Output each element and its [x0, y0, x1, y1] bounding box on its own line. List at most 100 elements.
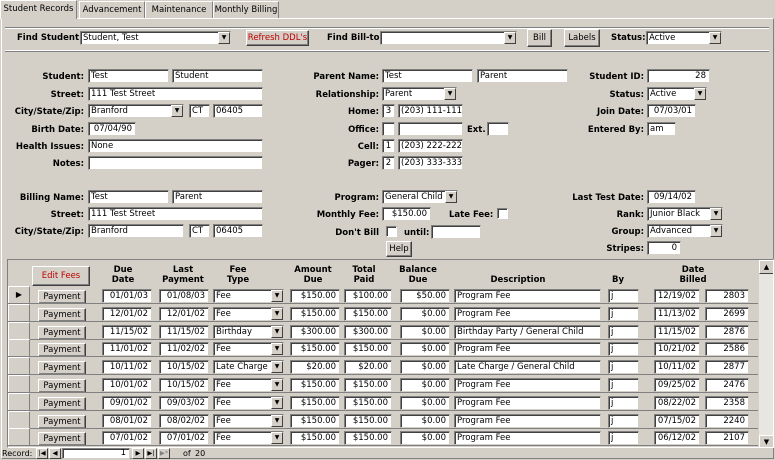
date-billed-cell[interactable]: 10/11/02 — [654, 360, 700, 375]
row-selector[interactable] — [8, 339, 30, 358]
chevron-down-icon[interactable]: ▼ — [271, 290, 283, 302]
home-phone-field[interactable]: (203) 111-1111 — [398, 104, 463, 118]
notes-field[interactable] — [88, 156, 263, 170]
fee-type-combo[interactable]: Fee ▼ — [213, 306, 284, 321]
student-first-name-field[interactable]: Test — [88, 69, 169, 83]
balance-due-cell[interactable]: $0.00 — [400, 378, 450, 392]
cell-phone-order[interactable]: 1 — [382, 139, 395, 153]
total-paid-cell[interactable]: $150.00 — [344, 306, 392, 321]
tab-advancement[interactable]: Advancement — [79, 1, 145, 18]
home-phone-order[interactable]: 3 — [382, 104, 395, 118]
by-cell[interactable]: j — [608, 324, 639, 339]
join-date-field[interactable]: 07/03/01 — [647, 104, 696, 118]
payment-button[interactable]: Payment — [38, 290, 86, 304]
last-payment-cell[interactable]: 11/02/02 — [159, 342, 209, 357]
row-selector[interactable] — [8, 321, 30, 340]
description-cell[interactable]: Birthday Party / General Child — [454, 324, 601, 339]
chevron-down-icon[interactable]: ▼ — [271, 379, 283, 391]
chevron-down-icon[interactable]: ▼ — [710, 225, 722, 237]
health-issues-field[interactable]: None — [88, 139, 263, 153]
office-phone-field[interactable] — [398, 122, 463, 136]
edit-fees-button[interactable]: Edit Fees — [32, 266, 90, 286]
last-payment-cell[interactable]: 12/01/02 — [159, 306, 209, 321]
description-cell[interactable]: Program Fee — [454, 306, 601, 321]
chevron-down-icon[interactable]: ▼ — [710, 208, 722, 220]
balance-due-cell[interactable]: $0.00 — [400, 431, 450, 446]
vertical-scrollbar[interactable]: ▲ ▼ — [758, 260, 773, 447]
extension-field[interactable] — [487, 122, 509, 136]
billing-zip-field[interactable]: 06405 — [213, 224, 263, 238]
fee-type-combo[interactable]: Fee ▼ — [213, 289, 284, 303]
chevron-down-icon[interactable]: ▼ — [271, 343, 283, 356]
program-combo[interactable]: General Child ▼ — [382, 190, 458, 204]
by-cell[interactable]: j — [608, 395, 639, 410]
description-cell[interactable]: Program Fee — [454, 289, 601, 303]
record-number-field[interactable]: 1 — [62, 448, 130, 459]
amount-due-cell[interactable]: $150.00 — [290, 342, 340, 357]
description-cell[interactable]: Program Fee — [454, 342, 601, 357]
payment-button[interactable]: Payment — [38, 361, 86, 376]
total-paid-cell[interactable]: $20.00 — [344, 360, 392, 375]
payment-button[interactable]: Payment — [38, 325, 86, 340]
by-cell[interactable]: j — [608, 431, 639, 446]
total-paid-cell[interactable]: $100.00 — [344, 289, 392, 303]
find-billto-combo[interactable]: ▼ — [380, 31, 517, 45]
date-billed-cell[interactable]: 06/12/02 — [654, 431, 700, 446]
total-paid-cell[interactable]: $150.00 — [344, 342, 392, 357]
chevron-down-icon[interactable]: ▼ — [271, 307, 283, 320]
row-selector[interactable] — [8, 357, 30, 376]
previous-record-icon[interactable]: ◀ — [49, 448, 61, 459]
pager-order[interactable]: 2 — [382, 156, 395, 170]
tab-student-records[interactable]: Student Records — [0, 0, 77, 19]
fee-type-combo[interactable]: Fee ▼ — [213, 378, 284, 392]
new-record-icon[interactable]: ▶* — [158, 448, 170, 459]
last-record-icon[interactable]: ▶| — [145, 448, 157, 459]
row-selector[interactable] — [8, 303, 30, 322]
by-cell[interactable]: j — [608, 360, 639, 375]
student-state-field[interactable]: CT — [189, 104, 210, 118]
row-selector[interactable] — [8, 428, 30, 447]
total-paid-cell[interactable]: $150.00 — [344, 378, 392, 392]
tab-maintenance[interactable]: Maintenance — [145, 1, 213, 18]
bill-button[interactable]: Bill — [527, 29, 552, 47]
student-last-name-field[interactable]: Student — [172, 69, 263, 83]
balance-due-cell[interactable]: $0.00 — [400, 324, 450, 339]
chevron-down-icon[interactable]: ▼ — [271, 325, 283, 338]
chevron-down-icon[interactable]: ▼ — [271, 432, 283, 445]
parent-first-name-field[interactable]: Test — [382, 69, 473, 83]
office-phone-order[interactable] — [382, 122, 395, 136]
due-date-cell[interactable]: 11/15/02 — [102, 324, 152, 339]
last-payment-cell[interactable]: 10/15/02 — [159, 360, 209, 375]
row-selector[interactable]: ▶ — [8, 286, 30, 304]
status-combo[interactable]: Active ▼ — [647, 87, 707, 101]
total-paid-cell[interactable]: $150.00 — [344, 395, 392, 410]
balance-due-cell[interactable]: $0.00 — [400, 360, 450, 375]
amount-due-cell[interactable]: $150.00 — [290, 306, 340, 321]
row-selector[interactable] — [8, 392, 30, 411]
fee-type-combo[interactable]: Fee ▼ — [213, 431, 284, 446]
date-billed-cell[interactable]: 07/15/02 — [654, 413, 700, 428]
fee-type-combo[interactable]: Fee ▼ — [213, 342, 284, 357]
last-payment-cell[interactable]: 10/15/02 — [159, 378, 209, 392]
by-cell[interactable]: j — [608, 306, 639, 321]
amount-due-cell[interactable]: $150.00 — [290, 395, 340, 410]
chevron-down-icon[interactable]: ▼ — [694, 88, 706, 100]
date-billed-cell[interactable]: 10/21/02 — [654, 342, 700, 357]
until-date-field[interactable] — [431, 225, 481, 239]
last-test-date-field[interactable]: 09/14/02 — [647, 190, 696, 204]
last-payment-cell[interactable]: 11/15/02 — [159, 324, 209, 339]
due-date-cell[interactable]: 08/01/02 — [102, 413, 152, 428]
help-button[interactable]: Help — [386, 241, 412, 257]
billing-street-field[interactable]: 111 Test Street — [88, 207, 263, 221]
student-zip-field[interactable]: 06405 — [213, 104, 263, 118]
refresh-ddls-button[interactable]: Refresh DDL's — [246, 30, 309, 46]
payment-button[interactable]: Payment — [38, 343, 86, 358]
payment-button[interactable]: Payment — [38, 379, 86, 393]
status-filter-combo[interactable]: Active ▼ — [646, 31, 722, 45]
entered-by-field[interactable]: am — [647, 122, 676, 136]
by-cell[interactable]: j — [608, 413, 639, 428]
last-payment-cell[interactable]: 07/01/02 — [159, 431, 209, 446]
date-billed-cell[interactable]: 09/25/02 — [654, 378, 700, 392]
amount-due-cell[interactable]: $150.00 — [290, 289, 340, 303]
row-selector[interactable] — [8, 375, 30, 393]
